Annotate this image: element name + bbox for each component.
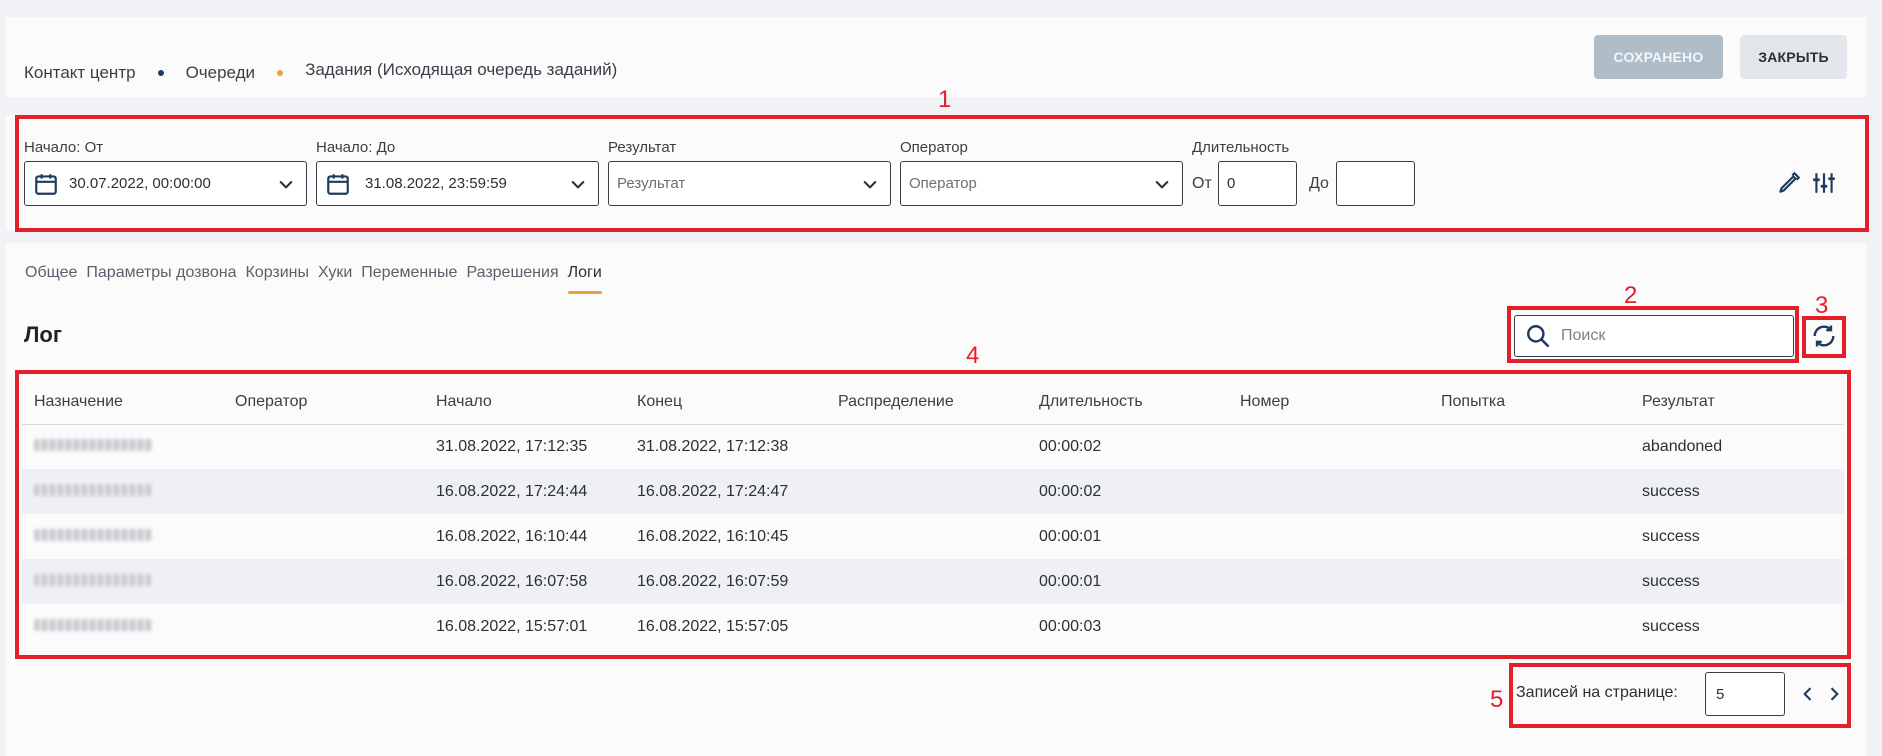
tab-hooks[interactable]: Хуки xyxy=(318,264,352,282)
breadcrumb-queues[interactable]: Очереди xyxy=(186,63,256,83)
breadcrumb-separator-dot xyxy=(157,70,164,76)
annotation-number: 5 xyxy=(1490,686,1504,713)
tab-variables[interactable]: Переменные xyxy=(361,264,457,282)
breadcrumb-current: Задания (Исходящая очередь заданий) xyxy=(305,60,618,79)
tab-baskets[interactable]: Корзины xyxy=(245,264,309,282)
annotation-number: 4 xyxy=(966,342,980,369)
annotation-box-pagination xyxy=(1509,663,1851,728)
annotation-number: 3 xyxy=(1815,292,1829,319)
annotation-box-refresh xyxy=(1802,316,1846,358)
saved-button[interactable]: СОХРАНЕНО xyxy=(1594,35,1723,79)
breadcrumb-contact-center[interactable]: Контакт центр xyxy=(24,63,136,83)
tab-permissions[interactable]: Разрешения xyxy=(466,264,558,282)
header-bar: Контакт центр Очереди Задания (Исходящая… xyxy=(6,17,1866,97)
tabs-bar: Общее Параметры дозвона Корзины Хуки Пер… xyxy=(25,264,611,294)
annotation-box-search xyxy=(1507,306,1799,363)
annotation-box-filters xyxy=(15,115,1869,232)
page-title: Лог xyxy=(24,322,63,347)
tab-logs[interactable]: Логи xyxy=(567,264,602,294)
close-button[interactable]: ЗАКРЫТЬ xyxy=(1740,35,1847,79)
annotation-box-table xyxy=(15,370,1851,659)
annotation-number: 1 xyxy=(938,86,952,113)
breadcrumb: Контакт центр Очереди Задания (Исходящая… xyxy=(24,60,618,83)
tab-dial-params[interactable]: Параметры дозвона xyxy=(86,264,236,282)
annotation-number: 2 xyxy=(1624,282,1638,309)
breadcrumb-separator-dot xyxy=(277,70,284,76)
tab-general[interactable]: Общее xyxy=(25,264,77,282)
